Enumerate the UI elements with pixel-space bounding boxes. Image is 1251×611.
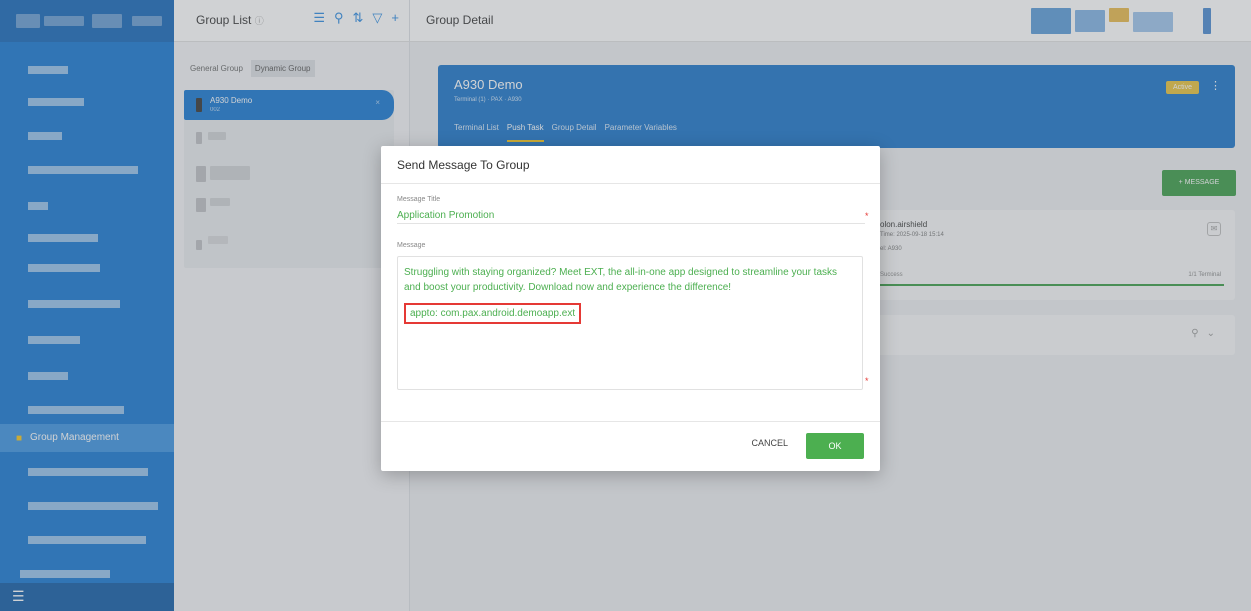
send-message-dialog: Send Message To Group Message Title * Me… — [381, 146, 880, 471]
cancel-button[interactable]: CANCEL — [751, 438, 788, 448]
appto-highlight: appto: com.pax.android.demoapp.ext — [404, 303, 582, 324]
message-title-input[interactable] — [397, 208, 865, 224]
message-label: Message — [397, 242, 426, 249]
dialog-header: Send Message To Group — [381, 146, 880, 184]
message-textarea[interactable]: Struggling with staying organized? Meet … — [397, 256, 863, 390]
dialog-footer: CANCEL OK — [381, 421, 880, 471]
required-marker: * — [865, 376, 869, 386]
ok-button[interactable]: OK — [806, 433, 864, 459]
message-title-label: Message Title — [397, 196, 441, 203]
required-marker: * — [865, 211, 869, 221]
message-body-text: Struggling with staying organized? Meet … — [404, 267, 838, 293]
dialog-title: Send Message To Group — [397, 158, 530, 172]
